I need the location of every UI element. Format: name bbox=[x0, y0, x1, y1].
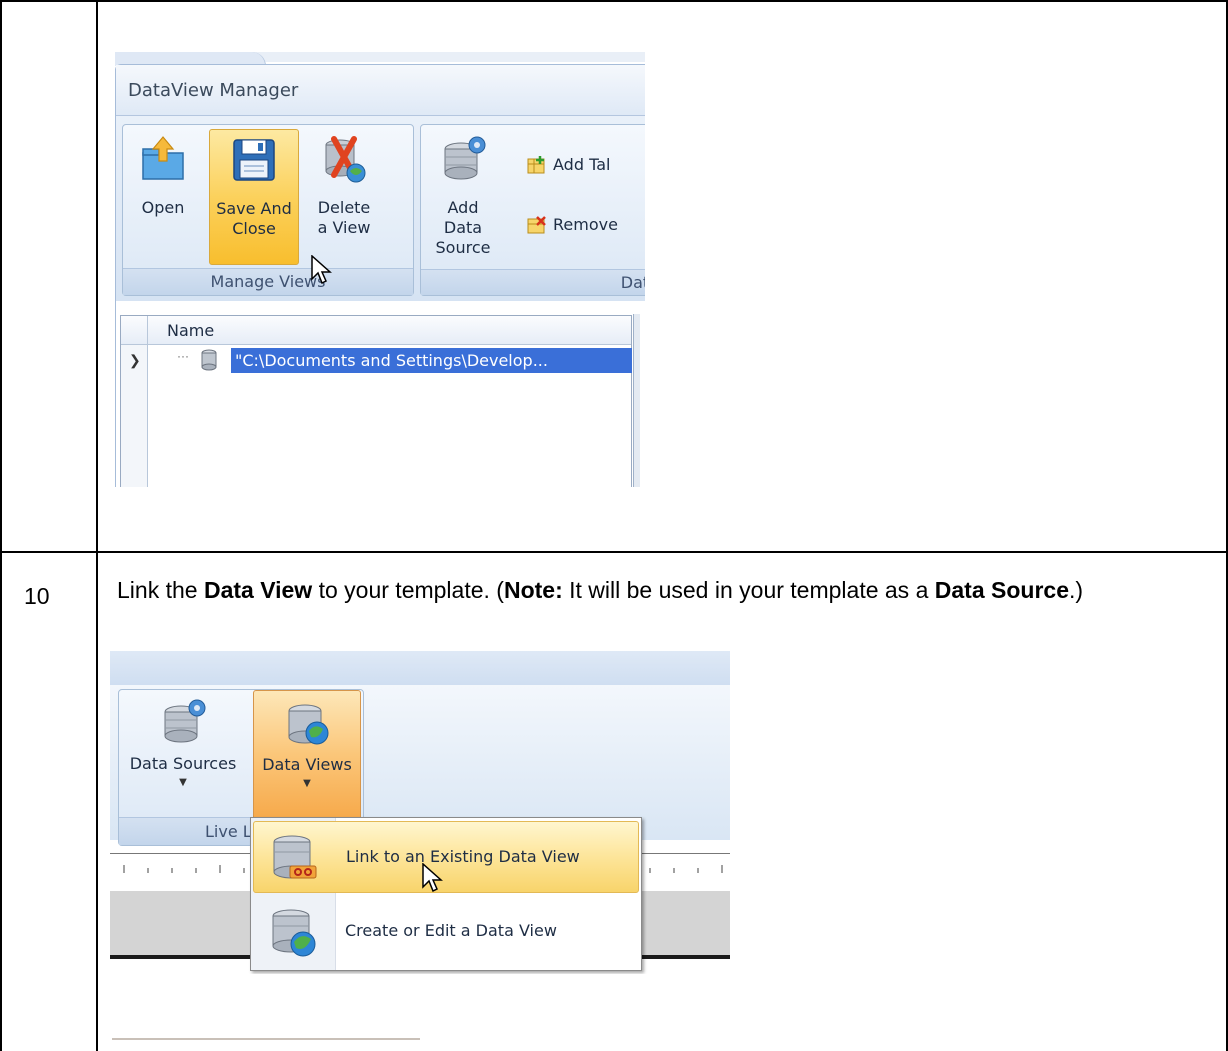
manage-views-group-label: Manage Views bbox=[123, 268, 413, 295]
delete-view-button[interactable]: Delete a View bbox=[309, 135, 379, 265]
save-disk-icon bbox=[233, 139, 275, 181]
current-row-arrow-icon: ❯ bbox=[129, 352, 141, 368]
add-table-button[interactable]: Add Tal bbox=[527, 155, 610, 176]
instruction-text: Link the bbox=[117, 577, 204, 603]
add-table-icon bbox=[527, 155, 545, 173]
database-globe-icon bbox=[288, 704, 329, 745]
window-titlebar: DataView Manager bbox=[116, 65, 645, 116]
data-views-button[interactable]: Data Views ▼ bbox=[253, 690, 361, 820]
instruction-bold-text: Data Source bbox=[934, 577, 1069, 603]
ribbon-tab-strip bbox=[110, 651, 730, 685]
menu-item-link-existing-data-view[interactable]: Link to an Existing Data View bbox=[253, 821, 639, 893]
mouse-cursor-icon bbox=[422, 863, 443, 893]
database-link-icon bbox=[273, 835, 317, 879]
database-globe-icon bbox=[272, 909, 316, 957]
instruction-text: .) bbox=[1068, 577, 1084, 603]
dropdown-caret-icon: ▼ bbox=[179, 777, 187, 788]
open-button[interactable]: Open bbox=[133, 135, 193, 265]
window-title: DataView Manager bbox=[128, 80, 299, 101]
open-folder-icon bbox=[142, 136, 184, 180]
menu-item-create-edit-data-view[interactable]: Create or Edit a Data View bbox=[253, 896, 637, 966]
instruction-text: It will be used in your template as a bbox=[562, 577, 935, 603]
instruction-bold-text: Note: bbox=[503, 577, 563, 603]
mouse-cursor-icon bbox=[311, 255, 332, 285]
database-gear-icon bbox=[444, 136, 486, 180]
data-views-dropdown-menu: Link to an Existing Data View Create or … bbox=[250, 817, 642, 971]
database-gear-icon bbox=[164, 699, 206, 743]
dataview-manager-window: DataView Manager Open Save And Close Del… bbox=[115, 64, 645, 487]
partial-image-edge bbox=[112, 1038, 420, 1040]
data-group: Add Data Source Add Tal Remove Da bbox=[420, 124, 645, 296]
delete-view-icon bbox=[325, 136, 366, 183]
live-link-screenshot: Data Sources ▼ Data Views ▼ Live L Link … bbox=[110, 651, 730, 974]
vertical-scrollbar[interactable] bbox=[633, 314, 640, 487]
table-border-left bbox=[0, 0, 2, 1051]
data-group-label: Data bbox=[421, 269, 645, 295]
table-column-divider bbox=[96, 0, 98, 1051]
add-data-source-button[interactable]: Add Data Source bbox=[427, 129, 499, 259]
instruction-text: to your template. ( bbox=[312, 577, 504, 603]
manage-views-group: Open Save And Close Delete a View Manage… bbox=[122, 124, 414, 296]
data-sources-button[interactable]: Data Sources ▼ bbox=[123, 698, 243, 816]
instruction-bold-text: Data View bbox=[203, 577, 313, 603]
save-and-close-button[interactable]: Save And Close bbox=[209, 129, 299, 265]
table-border-top bbox=[0, 0, 1228, 2]
dropdown-caret-icon: ▼ bbox=[303, 778, 311, 789]
remove-table-icon bbox=[527, 215, 546, 233]
views-grid: Name ❯ ··· "C:\Documents and Settings\De… bbox=[120, 314, 640, 487]
tree-connector: ··· bbox=[177, 349, 189, 363]
table-row-divider bbox=[0, 551, 1228, 553]
remove-table-button[interactable]: Remove bbox=[527, 215, 618, 236]
table-row[interactable]: "C:\Documents and Settings\Develop... bbox=[231, 348, 632, 373]
ribbon: Open Save And Close Delete a View Manage… bbox=[116, 116, 645, 301]
database-icon bbox=[201, 349, 217, 371]
column-header-name[interactable]: Name bbox=[167, 321, 214, 340]
grid-header: Name bbox=[121, 316, 631, 345]
step-number: 10 bbox=[24, 583, 50, 609]
dataview-manager-screenshot: DataView Manager Open Save And Close Del… bbox=[115, 52, 645, 487]
step-instruction: Link the Data View to your template. (No… bbox=[117, 576, 1197, 604]
